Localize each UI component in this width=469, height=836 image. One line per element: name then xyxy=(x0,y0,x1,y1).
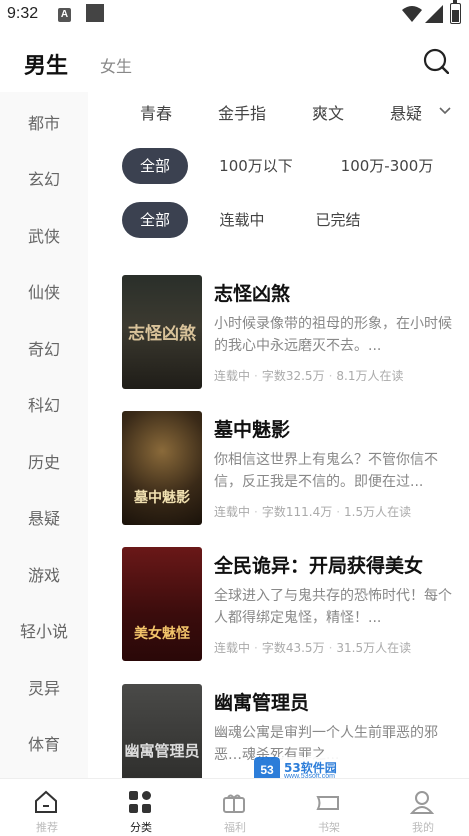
book-item[interactable]: 志怪凶煞 志怪凶煞 小时候录像带的祖母的形象，在小时候的我心中永远磨灭不去。..… xyxy=(122,275,452,389)
book-meta: 连载中 · 字数111.4万 · 1.5万人在读 xyxy=(214,505,412,519)
home-icon xyxy=(35,790,57,813)
book-status: 连载中 xyxy=(214,369,251,383)
book-cover: 志怪凶煞 xyxy=(122,275,202,389)
nav-profile[interactable]: 我的 xyxy=(376,779,469,836)
gift-icon xyxy=(223,794,245,813)
sidebar-item-xianxia[interactable]: 仙侠 xyxy=(0,279,88,303)
filter-status-all[interactable]: 全部 xyxy=(122,202,188,238)
nav-recommend[interactable]: 推荐 xyxy=(0,779,94,836)
status-bar: 9:32 A xyxy=(0,0,469,30)
sidebar-item-wuxia[interactable]: 武侠 xyxy=(0,223,88,247)
book-title: 幽寓管理员 xyxy=(214,692,310,714)
sidebar-item-youxi[interactable]: 游戏 xyxy=(0,562,88,586)
tag-jinshouzhi[interactable]: 金手指 xyxy=(218,100,266,124)
book-words: 字数111.4万 xyxy=(261,505,333,519)
filter-status-completed[interactable]: 已完结 xyxy=(306,202,370,238)
book-words: 字数43.5万 xyxy=(261,641,325,655)
book-description: 你相信这世界上有鬼么？不管你信不信，反正我是不信的。即便在过... xyxy=(214,452,438,490)
status-time: 9:32 xyxy=(7,5,39,22)
notification-a-icon: A xyxy=(58,8,71,22)
book-readers: 31.5万人在读 xyxy=(336,641,412,655)
book-item[interactable]: 美女魅怪 全民诡异：开局获得美女 全球进入了与鬼共存的恐怖时代！每个人都得绑定鬼… xyxy=(122,547,452,661)
tag-shuangwen[interactable]: 爽文 xyxy=(312,100,344,124)
nav-welfare[interactable]: 福利 xyxy=(188,779,282,836)
filter-words-under-1m[interactable]: 100万以下 xyxy=(210,148,302,184)
sidebar-item-tiyu[interactable]: 体育 xyxy=(0,731,88,755)
book-readers: 8.1万人在读 xyxy=(336,369,404,383)
notification-square-icon xyxy=(86,4,104,22)
book-cover: 墓中魅影 xyxy=(122,411,202,525)
filter-words-all[interactable]: 全部 xyxy=(122,148,188,184)
tag-xuanyi[interactable]: 悬疑 xyxy=(390,100,422,124)
book-readers: 1.5万人在读 xyxy=(344,505,412,519)
nav-bookshelf[interactable]: 书架 xyxy=(282,779,376,836)
wifi-icon xyxy=(402,6,422,22)
sidebar-item-lishi[interactable]: 历史 xyxy=(0,449,88,473)
search-icon[interactable] xyxy=(423,48,449,74)
filter-words-1m-3m[interactable]: 100万-300万 xyxy=(334,148,440,184)
sidebar-item-xuanhuan[interactable]: 玄幻 xyxy=(0,166,88,190)
sidebar-item-qihuan[interactable]: 奇幻 xyxy=(0,336,88,360)
bookshelf-icon xyxy=(316,796,339,810)
tag-qingchun[interactable]: 青春 xyxy=(140,100,172,124)
nav-category[interactable]: 分类 xyxy=(94,779,188,836)
category-sidebar: 都市 玄幻 武侠 仙侠 奇幻 科幻 历史 悬疑 游戏 轻小说 灵异 体育 xyxy=(0,92,88,778)
book-meta: 连载中 · 字数43.5万 · 31.5万人在读 xyxy=(214,641,412,655)
book-description: 全球进入了与鬼共存的恐怖时代！每个人都得绑定鬼怪，精怪！... xyxy=(214,588,452,626)
signal-icon xyxy=(425,5,443,23)
book-meta: 连载中 · 字数32.5万 · 8.1万人在读 xyxy=(214,369,404,383)
book-description: 小时候录像带的祖母的形象，在小时候的我心中永远磨灭不去。... xyxy=(214,316,452,354)
sidebar-item-kehuan[interactable]: 科幻 xyxy=(0,392,88,416)
book-title: 全民诡异：开局获得美女 xyxy=(214,555,424,577)
book-item[interactable]: 墓中魅影 墓中魅影 你相信这世界上有鬼么？不管你信不信，反正我是不信的。即便在过… xyxy=(122,411,452,525)
tab-male[interactable]: 男生 xyxy=(24,48,68,80)
book-cover: 幽寓管理员 xyxy=(122,684,202,778)
category-icon xyxy=(129,791,151,813)
battery-icon xyxy=(450,0,461,24)
book-status: 连载中 xyxy=(214,505,251,519)
book-status: 连载中 xyxy=(214,641,251,655)
book-title: 墓中魅影 xyxy=(214,419,291,441)
book-title: 志怪凶煞 xyxy=(214,283,291,305)
profile-icon xyxy=(409,791,435,814)
sidebar-item-lingyi[interactable]: 灵异 xyxy=(0,675,88,699)
book-cover: 美女魅怪 xyxy=(122,547,202,661)
book-words: 字数32.5万 xyxy=(261,369,325,383)
chevron-down-icon[interactable] xyxy=(438,106,452,116)
tab-female[interactable]: 女生 xyxy=(100,53,132,77)
bottom-nav: 推荐 分类 福利 书架 我的 xyxy=(0,778,469,836)
sidebar-item-xuanyi[interactable]: 悬疑 xyxy=(0,505,88,529)
sidebar-item-qingxiaoshuo[interactable]: 轻小说 xyxy=(0,618,88,642)
sidebar-item-dushi[interactable]: 都市 xyxy=(0,110,88,134)
filter-status-ongoing[interactable]: 连载中 xyxy=(210,202,274,238)
